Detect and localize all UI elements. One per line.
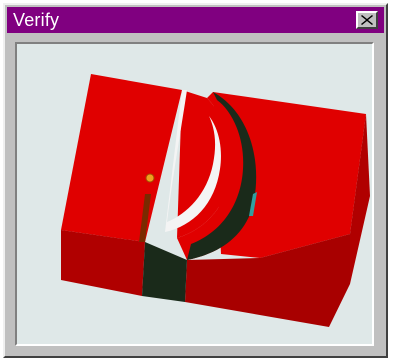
verify-viewport[interactable] — [15, 42, 374, 346]
window-title: Verify — [13, 10, 60, 30]
cut-channel — [142, 242, 187, 302]
left-block-top — [61, 74, 182, 242]
close-icon — [361, 15, 373, 25]
verify-model — [61, 74, 370, 327]
title-bar[interactable]: Verify — [7, 7, 384, 33]
tool-marker-icon — [145, 173, 155, 183]
verify-window: Verify — [3, 3, 388, 358]
close-button[interactable] — [356, 11, 378, 29]
